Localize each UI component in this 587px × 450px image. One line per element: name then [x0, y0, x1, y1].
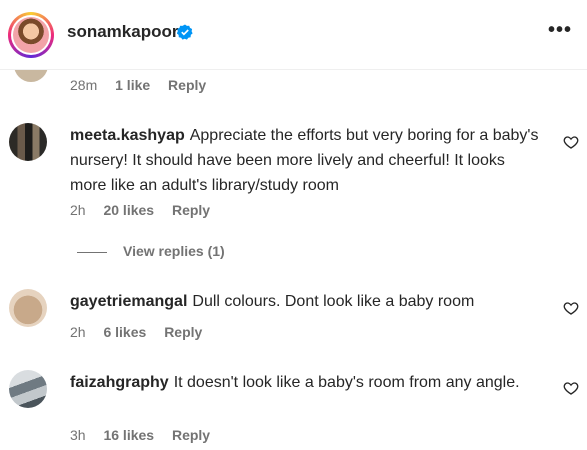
post-header: sonamkapoor •••: [0, 0, 587, 70]
comment-likes[interactable]: 20 likes: [103, 202, 154, 218]
view-replies-label: View replies (1): [123, 243, 225, 259]
verified-badge-icon: [177, 24, 193, 40]
avatar[interactable]: [9, 123, 47, 161]
reply-button[interactable]: Reply: [164, 324, 202, 340]
header-username[interactable]: sonamkapoor: [67, 22, 178, 42]
heart-icon[interactable]: [563, 300, 579, 316]
heart-icon[interactable]: [563, 380, 579, 396]
reply-button[interactable]: Reply: [172, 202, 210, 218]
comment-time: 2h: [70, 202, 86, 218]
avatar[interactable]: [9, 370, 47, 408]
heart-icon[interactable]: [563, 134, 579, 150]
comment-text: gayetriemangal Dull colours. Dont look li…: [70, 289, 540, 314]
comment-username[interactable]: meeta.kashyap: [70, 127, 185, 144]
comment-likes[interactable]: 1 like: [115, 77, 150, 93]
comment-meta: 2h 6 likes Reply: [70, 324, 216, 340]
partial-comment-meta: 28m 1 like Reply: [70, 77, 220, 93]
view-replies-button[interactable]: View replies (1): [77, 243, 225, 259]
more-options-icon[interactable]: •••: [548, 20, 572, 40]
comment-meta: 3h 16 likes Reply: [70, 427, 224, 443]
comment-likes[interactable]: 16 likes: [103, 427, 154, 443]
comment-likes[interactable]: 6 likes: [103, 324, 146, 340]
comment-text: meeta.kashyap Appreciate the efforts but …: [70, 123, 540, 198]
comment-time: 2h: [70, 324, 86, 340]
comment-username[interactable]: gayetriemangal: [70, 293, 187, 310]
comment-body: It doesn't look like a baby's room from …: [173, 374, 520, 391]
avatar[interactable]: [9, 289, 47, 327]
reply-button[interactable]: Reply: [168, 77, 206, 93]
divider: [77, 251, 107, 253]
comment-time: 3h: [70, 427, 86, 443]
comment-text: faizahgraphy It doesn't look like a baby'…: [70, 370, 540, 395]
comment-username[interactable]: faizahgraphy: [70, 374, 169, 391]
comment-meta: 2h 20 likes Reply: [70, 202, 224, 218]
reply-button[interactable]: Reply: [172, 427, 210, 443]
comment-time: 28m: [70, 77, 98, 93]
comment-body: Dull colours. Dont look like a baby room: [192, 293, 475, 310]
profile-avatar[interactable]: [8, 12, 54, 58]
